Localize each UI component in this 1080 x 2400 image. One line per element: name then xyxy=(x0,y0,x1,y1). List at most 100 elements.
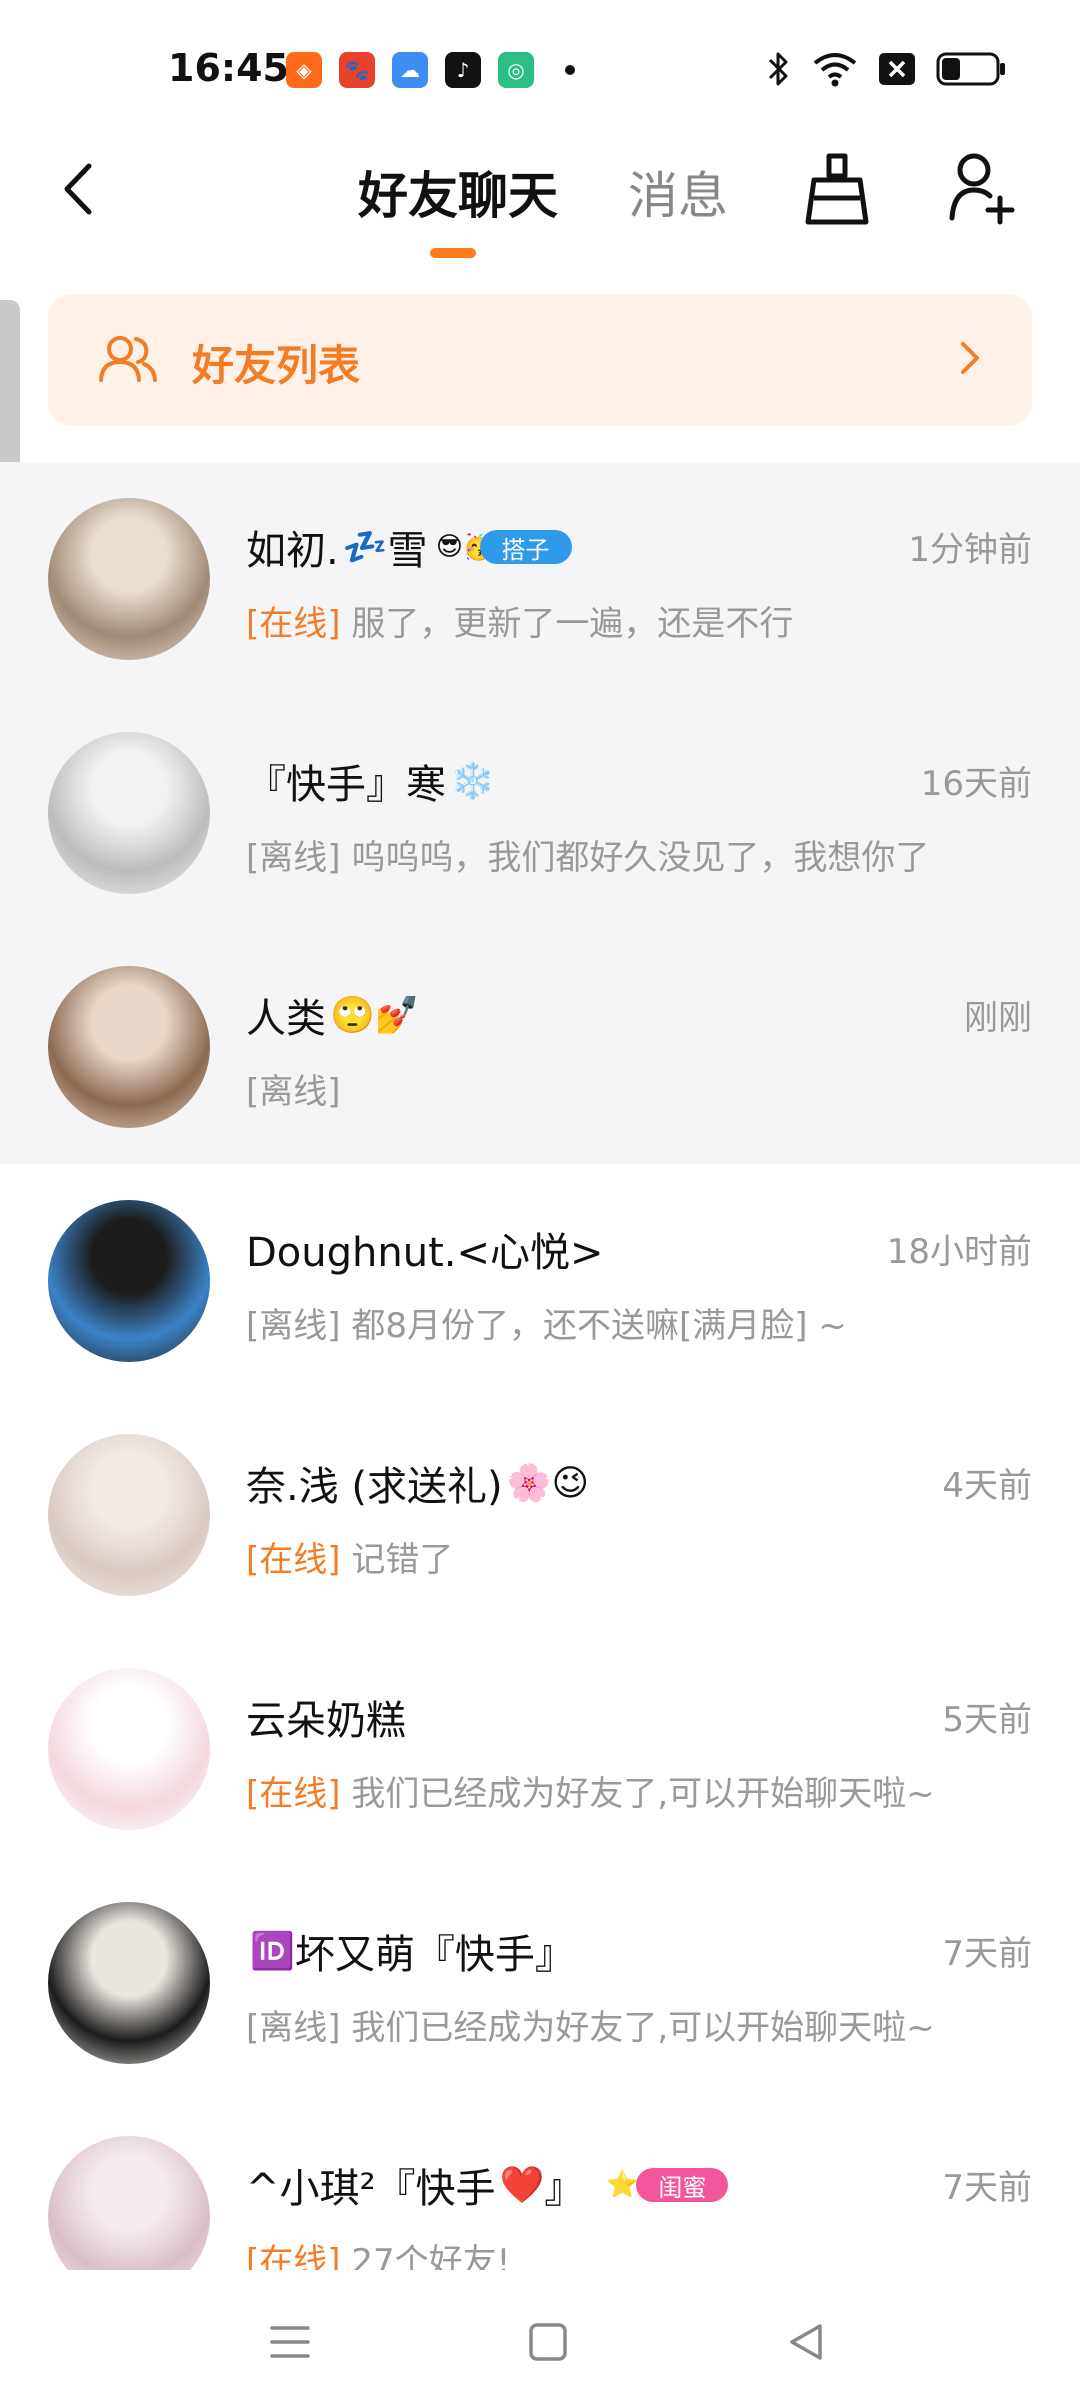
status-bar: 16:45 ◈ 🐾 ☁ ♪ ◎ xyxy=(0,0,1080,120)
chat-name-tail: 』 xyxy=(544,2166,585,2212)
chat-time: 7天前 xyxy=(942,2168,1032,2208)
chat-time: 16天前 xyxy=(920,764,1032,804)
chevron-right-icon xyxy=(958,338,982,382)
chat-time: 7天前 xyxy=(942,1934,1032,1974)
add-user-icon xyxy=(949,153,1015,225)
home-square-icon xyxy=(529,2323,567,2361)
back-button[interactable] xyxy=(48,154,108,224)
chat-name-text: 如初. xyxy=(246,528,339,574)
chat-time: 4天前 xyxy=(942,1466,1032,1506)
app-screen: 16:45 ◈ 🐾 ☁ ♪ ◎ 好友聊天 消息 好友列表 如初. 💤 雪 😎🥳 … xyxy=(0,0,1080,2400)
chat-time: 1分钟前 xyxy=(908,530,1032,570)
zzz-icon: 💤 xyxy=(342,527,388,568)
baidu-app-icon: 🐾 xyxy=(339,52,375,88)
menu-icon xyxy=(270,2326,310,2358)
kuaishou-app-icon: ◈ xyxy=(286,52,322,88)
online-status: [在线] xyxy=(246,1774,341,1814)
avatar[interactable] xyxy=(48,732,210,894)
chat-row[interactable]: 云朵奶糕 5天前 [在线] 我们已经成为好友了,可以开始聊天啦~ xyxy=(0,1632,1080,1866)
chat-preview: [在线] 记错了 xyxy=(246,1532,453,1581)
no-sim-icon xyxy=(878,52,916,86)
last-message: 服了，更新了一遍，还是不行 xyxy=(351,604,794,644)
online-status: [在线] xyxy=(246,604,341,644)
add-friend-button[interactable] xyxy=(948,148,1018,228)
online-status: [离线] xyxy=(246,2008,341,2048)
online-status: [离线] xyxy=(246,838,341,878)
chat-name: 🆔 坏又萌『快手』 xyxy=(246,1922,575,1980)
chat-name: Doughnut.<心悦> xyxy=(246,1220,604,1278)
online-status: [离线] xyxy=(246,1306,341,1346)
wifi-icon xyxy=(812,51,858,87)
last-message: 我们已经成为好友了,可以开始聊天啦~ xyxy=(351,2008,935,2048)
last-message: 呜呜呜，我们都好久没见了，我想你了 xyxy=(351,838,930,878)
avatar[interactable] xyxy=(48,1668,210,1830)
friends-icon xyxy=(98,334,158,388)
chat-preview: [离线] 呜呜呜，我们都好久没见了，我想你了 xyxy=(246,830,929,879)
avatar[interactable] xyxy=(48,498,210,660)
name-emoji-icon: 🙄💅 xyxy=(330,995,420,1036)
chat-row[interactable]: 奈.浅 (求送礼) 🌸😉 4天前 [在线] 记错了 xyxy=(0,1398,1080,1632)
chat-name-text: 奈.浅 (求送礼) xyxy=(246,1464,503,1510)
chat-time: 18小时前 xyxy=(886,1232,1032,1272)
status-indicators xyxy=(766,50,1006,88)
chat-preview: [在线] 我们已经成为好友了,可以开始聊天啦~ xyxy=(246,1766,935,1815)
chat-name-text: 『快手』寒 xyxy=(246,762,446,808)
relationship-tag: 😎🥳 搭子 xyxy=(436,529,572,565)
chat-row[interactable]: 『快手』寒 ❄️ 16天前 [离线] 呜呜呜，我们都好久没见了，我想你了 xyxy=(0,696,1080,930)
chat-row[interactable]: Doughnut.<心悦> 18小时前 [离线] 都8月份了，还不送嘛[满月脸] ~ xyxy=(0,1164,1080,1398)
relationship-tag: ⭐ 闺蜜 xyxy=(600,2167,729,2203)
chat-name-text: 云朵奶糕 xyxy=(246,1698,406,1744)
tab-friend-chat[interactable]: 好友聊天 xyxy=(358,156,558,228)
chat-name-suffix: 雪 xyxy=(387,528,428,574)
heart-icon: ❤️ xyxy=(499,2165,545,2206)
chat-time: 刚刚 xyxy=(964,998,1032,1038)
name-emoji-icon: 🌸😉 xyxy=(506,1463,589,1504)
avatar[interactable] xyxy=(48,1434,210,1596)
chat-name: 人类 🙄💅 xyxy=(246,986,420,1044)
name-emoji-icon: ❄️ xyxy=(450,761,495,802)
tiktok-app-icon: ♪ xyxy=(445,52,481,88)
chat-time: 5天前 xyxy=(942,1700,1032,1740)
nav-menu-button[interactable] xyxy=(260,2312,320,2372)
chat-name: 如初. 💤 雪 😎🥳 搭子 xyxy=(246,518,572,576)
chat-row[interactable]: 🆔 坏又萌『快手』 7天前 [离线] 我们已经成为好友了,可以开始聊天啦~ xyxy=(0,1866,1080,2100)
chat-list: 如初. 💤 雪 😎🥳 搭子 1分钟前 [在线] 服了，更新了一遍，还是不行『快手』寒 ❄️ 16… xyxy=(0,462,1080,2334)
chat-name: 奈.浅 (求送礼) 🌸😉 xyxy=(246,1454,589,1512)
top-header: 好友聊天 消息 xyxy=(0,120,1080,270)
notification-dot-icon xyxy=(565,65,575,75)
battery-icon xyxy=(936,52,1006,86)
chat-preview: [离线] xyxy=(246,1064,341,1113)
chat-name-text: ^小琪²『快手 xyxy=(246,2166,496,2212)
nav-back-button[interactable] xyxy=(776,2312,836,2372)
chat-preview: [离线] 我们已经成为好友了,可以开始聊天啦~ xyxy=(246,2000,935,2049)
weather-app-icon: ☁ xyxy=(392,52,428,88)
friend-list-label: 好友列表 xyxy=(192,341,361,390)
id-badge-icon: 🆔 xyxy=(250,1931,295,1972)
last-message: 我们已经成为好友了,可以开始聊天啦~ xyxy=(351,1774,935,1814)
system-nav-bar xyxy=(0,2270,1080,2400)
active-tab-indicator xyxy=(430,248,476,258)
chat-name: 『快手』寒 ❄️ xyxy=(246,752,495,810)
tab-messages[interactable]: 消息 xyxy=(628,156,728,228)
broom-icon xyxy=(805,153,869,225)
nav-home-button[interactable] xyxy=(518,2312,578,2372)
clean-button[interactable] xyxy=(802,150,872,230)
chat-name: 云朵奶糕 xyxy=(246,1688,406,1746)
tag-label: 闺蜜 xyxy=(636,2168,729,2202)
chevron-left-icon xyxy=(64,163,92,215)
chat-name-text: 坏又萌『快手』 xyxy=(294,1932,575,1978)
bluetooth-icon xyxy=(766,50,792,88)
tag-label: 搭子 xyxy=(479,530,572,564)
status-time: 16:45 xyxy=(168,46,289,90)
chat-preview: [离线] 都8月份了，还不送嘛[满月脸] ~ xyxy=(246,1298,847,1347)
green-app-icon: ◎ xyxy=(498,52,534,88)
last-message: 记错了 xyxy=(351,1540,454,1580)
back-triangle-icon xyxy=(790,2324,822,2360)
avatar[interactable] xyxy=(48,1902,210,2064)
chat-row[interactable]: 人类 🙄💅 刚刚 [离线] xyxy=(0,930,1080,1164)
friend-list-banner[interactable]: 好友列表 xyxy=(48,294,1032,426)
status-app-icons: ◈ 🐾 ☁ ♪ ◎ xyxy=(286,52,575,88)
chat-row[interactable]: 如初. 💤 雪 😎🥳 搭子 1分钟前 [在线] 服了，更新了一遍，还是不行 xyxy=(0,462,1080,696)
avatar[interactable] xyxy=(48,1200,210,1362)
avatar[interactable] xyxy=(48,966,210,1128)
